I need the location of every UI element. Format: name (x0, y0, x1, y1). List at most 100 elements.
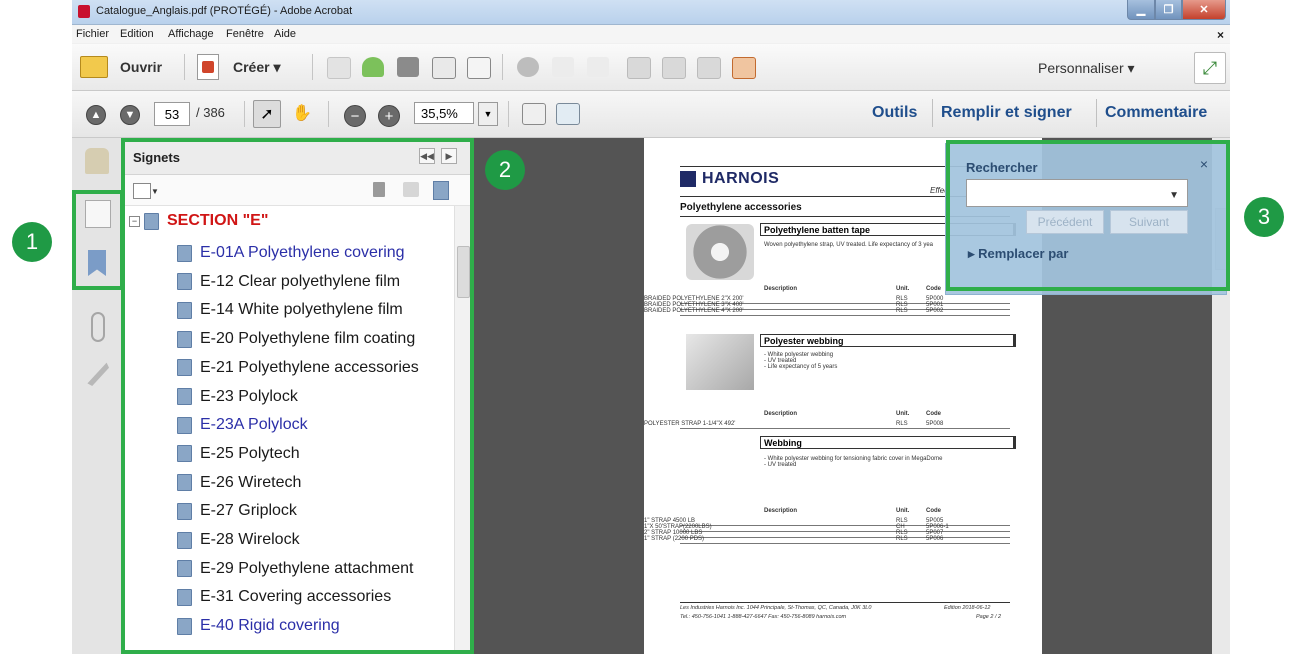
zoom-out-icon[interactable]: − (344, 105, 366, 127)
table-rule (680, 537, 1010, 538)
close-document-icon[interactable]: × (1217, 28, 1224, 42)
customize-button[interactable]: Personnaliser ▾ (1038, 60, 1135, 77)
maximize-button[interactable]: ❐ (1155, 0, 1182, 20)
callout-1-frame (72, 190, 124, 290)
logo-mark-icon (680, 171, 696, 187)
callout-2-badge: 2 (485, 150, 525, 190)
col-code: Code (926, 508, 941, 514)
table-cell: 5P002 (926, 308, 944, 314)
footer-page: Page 2 / 2 (976, 614, 1002, 620)
batten-tape-image (686, 224, 754, 280)
disabled-tool-icon (552, 57, 574, 77)
page-tool-icon[interactable] (697, 57, 721, 79)
lock-icon[interactable] (85, 148, 109, 174)
page-tool-icon[interactable] (627, 57, 651, 79)
main-toolbar: Ouvrir Créer ▾ Personnaliser ▾ ⤢ (72, 44, 1230, 91)
product-description: Woven polyethylene strap, UV treated. Li… (764, 242, 933, 248)
col-code: Code (926, 411, 941, 417)
table-rule (680, 428, 1010, 429)
zoom-dropdown-icon[interactable]: ▼ (478, 102, 498, 126)
callout-3-badge: 3 (1244, 197, 1284, 237)
menu-edition[interactable]: Edition (120, 28, 154, 40)
table-cell: BRAIDED POLYETHYLENE 4"X 200' (644, 308, 744, 314)
menu-fichier[interactable]: Fichier (76, 28, 109, 40)
menu-fenetre[interactable]: Fenêtre (226, 28, 264, 40)
callout-2-frame (121, 138, 474, 654)
menu-aide[interactable]: Aide (274, 28, 296, 40)
window-title: Catalogue_Anglais.pdf (PROTÉGÉ) - Adobe … (96, 5, 353, 17)
callout-3-frame (946, 140, 1230, 291)
tools-tab[interactable]: Outils (872, 104, 917, 122)
table-rule (680, 543, 1010, 544)
table-rule (680, 315, 1010, 316)
fill-and-sign-tab[interactable]: Remplir et signer (941, 104, 1072, 122)
hand-tool-icon[interactable]: ✋ (289, 100, 315, 126)
expand-icon[interactable]: ⤢ (1194, 52, 1226, 84)
menu-affichage[interactable]: Affichage (168, 28, 214, 40)
table-cell: RLS (896, 421, 908, 427)
footer-address: Les Industries Harnois Inc. 1044 Princip… (680, 605, 872, 611)
product-description-line: - UV treated (764, 462, 797, 468)
table-cell: 1" STRAP (2200 PDS) (644, 536, 705, 542)
page-heading: Polyethylene accessories (680, 202, 802, 213)
open-label: Ouvrir (120, 59, 163, 75)
col-unit: Unit. (896, 411, 910, 417)
email-icon[interactable] (467, 57, 491, 79)
attachments-icon[interactable] (91, 312, 105, 342)
toolbar-separator (312, 54, 313, 80)
col-description: Description (764, 411, 798, 417)
next-page-icon[interactable]: ▼ (120, 105, 140, 125)
col-description: Description (764, 286, 798, 292)
table-rule (680, 531, 1010, 532)
toolbar-separator (184, 54, 185, 80)
polyester-webbing-image (686, 334, 754, 390)
create-label: Créer ▾ (233, 58, 281, 75)
menu-bar: Fichier Edition Affichage Fenêtre Aide × (72, 25, 1230, 43)
product-description-line: - Life expectancy of 5 years (764, 364, 838, 370)
create-button[interactable]: Créer ▾ (197, 54, 281, 80)
page-tool-icon[interactable] (662, 57, 686, 79)
previous-page-icon[interactable]: ▲ (86, 105, 106, 125)
close-window-button[interactable]: ✕ (1182, 0, 1226, 20)
cloud-upload-icon[interactable] (362, 57, 384, 77)
footer-edition: Edition 2018-06-12 (944, 605, 991, 611)
table-cell: 5P008 (926, 421, 944, 427)
title-bar: Catalogue_Anglais.pdf (PROTÉGÉ) - Adobe … (72, 0, 1230, 25)
save-icon[interactable] (327, 57, 351, 79)
toolbar-separator (328, 101, 329, 127)
page-total: / 386 (196, 105, 225, 120)
zoom-level-input[interactable]: 35,5% (414, 102, 474, 124)
minimize-button[interactable]: ▁ (1127, 0, 1155, 20)
toolbar-separator (502, 54, 503, 80)
zoom-in-icon[interactable]: + (378, 105, 400, 127)
disabled-tool-icon (587, 57, 609, 77)
create-pdf-icon (197, 54, 219, 80)
table-rule (680, 525, 1010, 526)
print-icon[interactable] (397, 57, 419, 77)
folder-icon (80, 56, 108, 78)
table-cell: RLS (896, 536, 908, 542)
col-code: Code (926, 286, 941, 292)
col-description: Description (764, 508, 798, 514)
logo-text: HARNOIS (702, 170, 780, 187)
open-button[interactable]: Ouvrir (80, 54, 162, 80)
page-number-input[interactable]: 53 (154, 102, 190, 126)
settings-gear-icon[interactable] (517, 57, 539, 77)
toolbar-separator (932, 99, 933, 127)
harnois-logo: HARNOIS (680, 170, 779, 188)
fit-page-icon[interactable] (556, 103, 580, 125)
product-title: Polyester webbing (760, 334, 1016, 347)
toolbar-separator (1096, 99, 1097, 127)
comment-tab[interactable]: Commentaire (1105, 104, 1207, 122)
select-tool-icon[interactable]: ➚ (253, 100, 281, 128)
sign-icon[interactable] (732, 57, 756, 79)
acrobat-app-icon (78, 5, 90, 18)
col-unit: Unit. (896, 286, 910, 292)
window-controls: ▁ ❐ ✕ (1127, 0, 1226, 20)
toolbar-separator (244, 101, 245, 127)
scroll-mode-icon[interactable] (522, 103, 546, 125)
signatures-icon[interactable] (87, 362, 109, 386)
rule (680, 602, 1010, 603)
edit-document-icon[interactable] (432, 57, 456, 79)
table-cell: POLYESTER STRAP 1-1/4"X 492' (644, 421, 736, 427)
